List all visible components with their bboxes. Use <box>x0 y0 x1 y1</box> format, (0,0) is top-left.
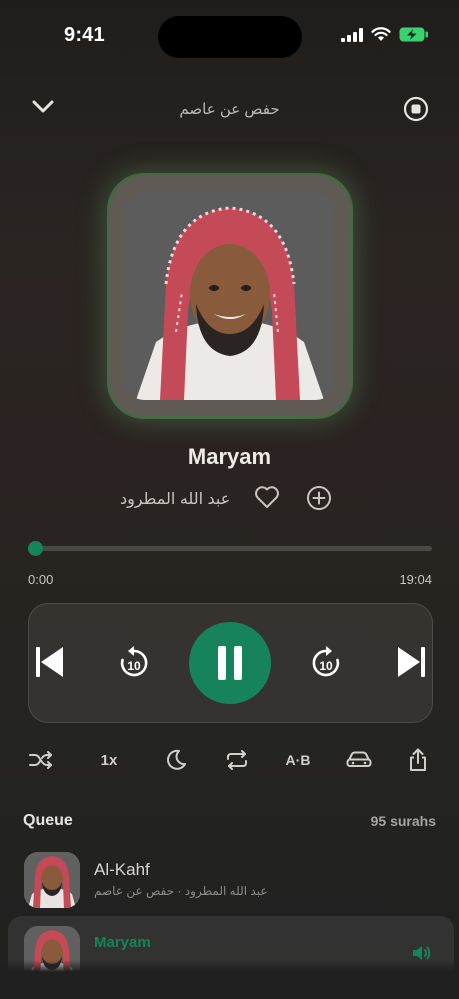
reciter-portrait-image <box>126 192 334 400</box>
car-mode-button[interactable] <box>344 745 374 775</box>
queue-item-title-current: Maryam <box>94 934 151 951</box>
skip-previous-icon <box>36 647 63 677</box>
rewind-10-button[interactable]: 10 <box>118 645 150 684</box>
repeat-icon <box>227 750 247 770</box>
playback-speed-button[interactable]: 1x <box>92 745 126 775</box>
forward-interval-label: 10 <box>319 659 333 673</box>
pause-icon <box>218 646 242 680</box>
track-title: Maryam <box>187 444 272 469</box>
progress-track[interactable] <box>34 546 432 551</box>
reciter-thumbnail-image <box>24 852 80 908</box>
moon-icon <box>167 749 186 770</box>
car-icon <box>346 751 372 767</box>
status-icons <box>341 27 429 42</box>
reciter-artwork <box>126 192 334 400</box>
shuffle-icon <box>29 751 52 769</box>
heart-icon <box>255 486 279 508</box>
ab-loop-button[interactable]: A·B <box>280 745 316 775</box>
plus-circle-icon <box>307 486 331 510</box>
previous-button[interactable] <box>36 646 64 683</box>
riwaya-title: حفص عن عاصم <box>179 101 280 118</box>
status-time: 9:41 <box>64 24 105 46</box>
dynamic-island <box>158 16 302 58</box>
add-to-playlist-button[interactable] <box>306 485 332 516</box>
forward-10-icon: 10 <box>312 646 340 677</box>
repeat-button[interactable] <box>222 745 252 775</box>
pause-button[interactable] <box>189 622 271 704</box>
artwork-frame <box>110 176 350 416</box>
shuffle-button[interactable] <box>26 745 56 775</box>
queue-heading: Queue <box>23 812 73 829</box>
forward-10-button[interactable]: 10 <box>310 645 342 684</box>
progress-knob[interactable] <box>28 541 43 556</box>
rewind-interval-label: 10 <box>127 659 141 673</box>
bottom-fade <box>0 960 459 999</box>
favorite-button[interactable] <box>254 485 280 514</box>
share-icon <box>410 748 426 771</box>
rewind-10-icon: 10 <box>120 646 148 677</box>
stop-circle-icon <box>403 96 429 122</box>
wifi-icon <box>371 27 391 41</box>
elapsed-time: 0:00 <box>28 572 54 587</box>
cellular-signal-icon <box>341 27 363 42</box>
queue-item-title: Al-Kahf <box>94 860 150 879</box>
sleep-timer-button[interactable] <box>162 745 190 775</box>
next-button[interactable] <box>397 646 425 683</box>
queue-item-subtitle: عبد الله المطرود · حفص عن عاصم <box>94 884 268 898</box>
queue-count: 95 surahs <box>370 813 436 829</box>
queue-item-thumbnail <box>24 852 80 908</box>
queue-item[interactable] <box>0 846 459 912</box>
stop-button[interactable] <box>403 96 429 127</box>
skip-next-icon <box>398 647 425 677</box>
battery-charging-icon <box>399 27 428 42</box>
total-duration: 19:04 <box>399 572 432 587</box>
share-button[interactable] <box>404 745 432 775</box>
reciter-name: عبد الله المطرود <box>120 491 231 508</box>
